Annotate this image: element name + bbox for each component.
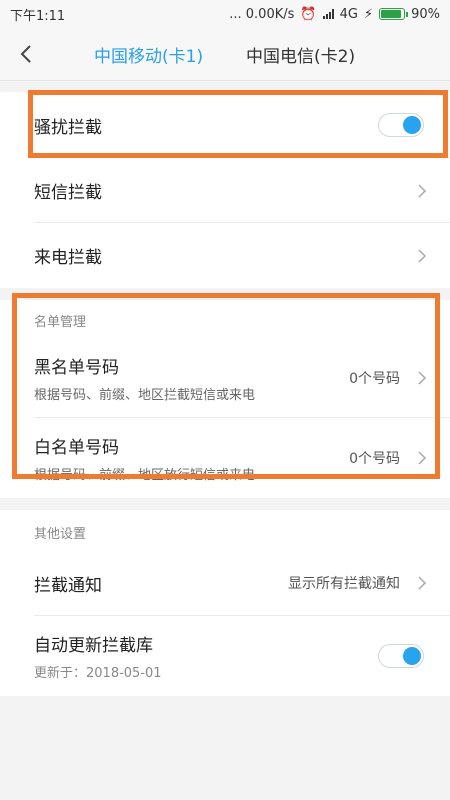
chevron-right-icon bbox=[418, 183, 427, 198]
highlight-box-harass bbox=[28, 90, 448, 158]
other-settings-group: 其他设置 拦截通知 显示所有拦截通知 自动更新拦截库 更新于：2018-05-0… bbox=[0, 510, 450, 696]
block-notify-row[interactable]: 拦截通知 显示所有拦截通知 bbox=[0, 550, 450, 616]
charging-icon: ⚡ bbox=[363, 6, 374, 22]
status-icons: ... 0.00K/s ⏰ 4G ⚡ 90% bbox=[229, 7, 440, 22]
network-type: 4G bbox=[339, 6, 358, 22]
auto-update-label: 自动更新拦截库 bbox=[34, 636, 153, 656]
sms-block-label: 短信拦截 bbox=[34, 183, 102, 203]
chevron-right-icon bbox=[418, 248, 427, 263]
other-section-header: 其他设置 bbox=[0, 510, 450, 550]
battery-percent: 90% bbox=[411, 6, 440, 22]
tab-sim1[interactable]: 中国移动(卡1) bbox=[94, 28, 203, 80]
status-bar: 下午1:11 ... 0.00K/s ⏰ 4G ⚡ 90% bbox=[0, 0, 450, 28]
sms-block-row[interactable]: 短信拦截 bbox=[0, 158, 450, 223]
auto-update-toggle[interactable] bbox=[378, 644, 424, 668]
auto-update-subtitle: 更新于：2018-05-01 bbox=[34, 666, 162, 681]
tab-sim2[interactable]: 中国电信(卡2) bbox=[246, 28, 355, 80]
toggle-knob bbox=[403, 647, 421, 665]
chevron-left-icon bbox=[20, 45, 31, 63]
status-time: 下午1:11 bbox=[10, 8, 66, 24]
nav-bar: 中国移动(卡1) 中国电信(卡2) bbox=[0, 28, 450, 81]
call-block-row[interactable]: 来电拦截 bbox=[0, 223, 450, 288]
block-notify-value: 显示所有拦截通知 bbox=[288, 576, 400, 592]
auto-update-row[interactable]: 自动更新拦截库 更新于：2018-05-01 bbox=[0, 616, 450, 696]
chevron-right-icon bbox=[418, 576, 427, 590]
highlight-box-lists bbox=[12, 293, 440, 479]
call-block-label: 来电拦截 bbox=[34, 248, 102, 268]
battery-icon bbox=[379, 8, 409, 20]
network-speed: ... 0.00K/s bbox=[229, 6, 295, 22]
alarm-icon: ⏰ bbox=[300, 6, 317, 22]
back-button[interactable] bbox=[14, 40, 38, 68]
signal-icon bbox=[322, 9, 334, 19]
block-notify-label: 拦截通知 bbox=[34, 575, 102, 596]
